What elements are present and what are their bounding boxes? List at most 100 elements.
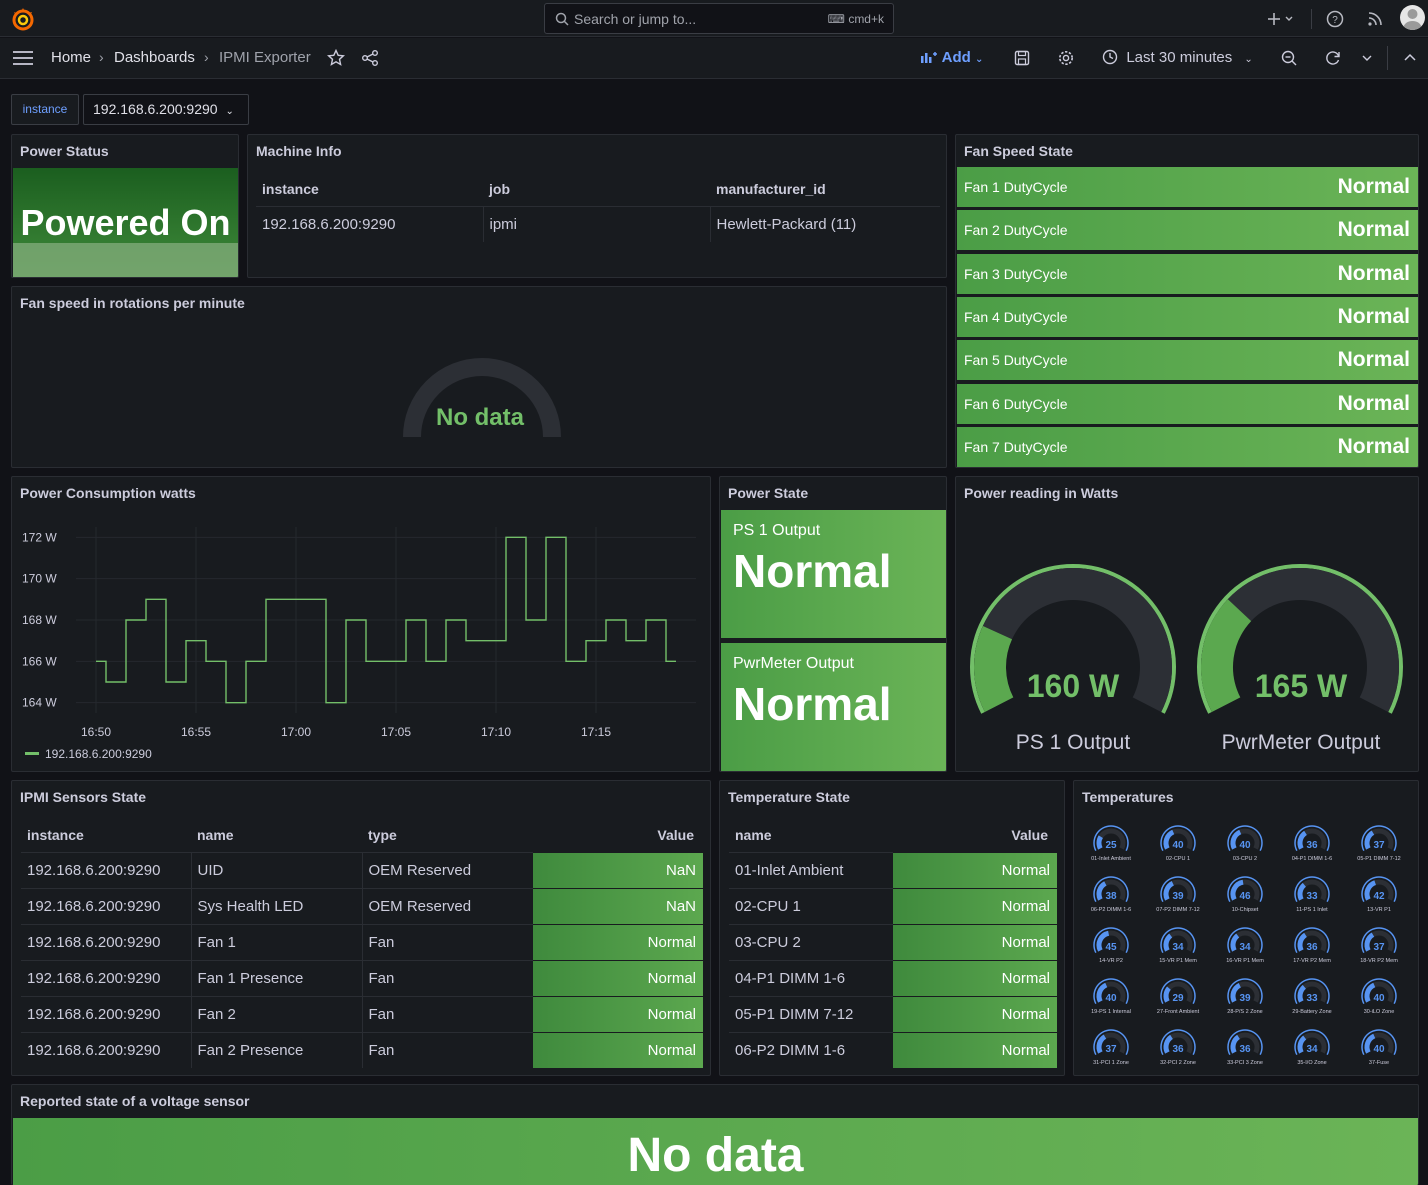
fan-state-value: Normal bbox=[1337, 262, 1410, 285]
table-row: 192.168.6.200:9290 Fan 1 Fan Normal bbox=[21, 923, 703, 960]
column-header[interactable]: Value bbox=[893, 818, 1057, 852]
temperature-gauge-value: 37 bbox=[1105, 1044, 1117, 1055]
power-state-value: Normal bbox=[733, 545, 892, 597]
panel-title: Reported state of a voltage sensor bbox=[20, 1093, 250, 1109]
menu-hamburger-icon[interactable] bbox=[13, 51, 33, 65]
fan-state-label: Fan 4 DutyCycle bbox=[964, 309, 1068, 325]
new-plus-icon[interactable] bbox=[1264, 9, 1296, 29]
temperature-gauge-value: 39 bbox=[1239, 993, 1251, 1004]
temperature-gauge: 38 06-P2 DIMM 1-6 bbox=[1091, 876, 1131, 913]
temperature-gauge-label: 01-Inlet Ambient bbox=[1091, 856, 1131, 862]
power-status-value: Powered On bbox=[20, 202, 231, 243]
search-input[interactable]: Search or jump to... ⌨ cmd+k bbox=[544, 3, 894, 34]
temperature-gauge-label: 17-VR P2 Mem bbox=[1293, 958, 1331, 964]
fan-state-label: Fan 1 DutyCycle bbox=[964, 179, 1068, 195]
settings-gear-icon[interactable] bbox=[1057, 49, 1075, 67]
news-rss-icon[interactable] bbox=[1365, 9, 1385, 29]
breadcrumb-home[interactable]: Home bbox=[51, 49, 91, 66]
temperature-gauge-fill bbox=[1163, 1034, 1174, 1054]
temperature-gauge: 45 14-VR P2 bbox=[1093, 927, 1129, 964]
column-header[interactable]: instance bbox=[21, 818, 191, 852]
x-tick-label: 16:55 bbox=[181, 725, 211, 739]
table-row: 192.168.6.200:9290 Fan 2 Fan Normal bbox=[21, 995, 703, 1032]
time-range-label: Last 30 minutes bbox=[1126, 49, 1233, 66]
cell-type: Fan bbox=[361, 959, 533, 996]
table-row: 192.168.6.200:9290 Fan 1 Presence Fan Norma… bbox=[21, 959, 703, 996]
cell-value: Normal bbox=[533, 1031, 703, 1068]
column-header[interactable]: Value bbox=[533, 818, 703, 852]
column-header[interactable]: job bbox=[483, 172, 710, 206]
temperature-gauge-fill bbox=[1230, 933, 1240, 952]
fan-state-label: Fan 3 DutyCycle bbox=[964, 266, 1068, 282]
temperature-gauge-value: 36 bbox=[1239, 1044, 1251, 1055]
ipmi-sensors-state-panel: IPMI Sensors State instance name type Va… bbox=[11, 780, 711, 1076]
power-state-stat: PwrMeter Output Normal bbox=[721, 643, 946, 771]
user-avatar[interactable] bbox=[1400, 5, 1425, 30]
breadcrumb-current-dashboard: IPMI Exporter bbox=[219, 49, 311, 66]
temperature-gauge: 37 31-PCI 1 Zone bbox=[1093, 1029, 1129, 1066]
save-dashboard-icon[interactable] bbox=[1013, 49, 1031, 67]
temperature-gauge-value: 40 bbox=[1373, 1044, 1385, 1055]
cell-instance: 192.168.6.200:9290 bbox=[21, 923, 191, 960]
temperature-gauge: 36 33-PCI 3 Zone bbox=[1227, 1029, 1263, 1066]
temperature-gauge-value: 40 bbox=[1239, 840, 1251, 851]
table-row: 06-P2 DIMM 1-6 Normal bbox=[729, 1031, 1057, 1068]
power-reading-gauges bbox=[970, 564, 1403, 714]
collapse-chevron-up-icon[interactable] bbox=[1401, 49, 1419, 67]
instance-variable-select[interactable]: 192.168.6.200:9290 ⌄ bbox=[83, 94, 249, 125]
fan-state-label: Fan 6 DutyCycle bbox=[964, 396, 1068, 412]
column-header[interactable]: instance bbox=[256, 172, 483, 206]
temperature-gauge-value: 33 bbox=[1306, 891, 1318, 902]
chevron-down-icon: ⌄ bbox=[225, 106, 234, 117]
column-header[interactable]: name bbox=[191, 818, 362, 852]
cell-value: Normal bbox=[893, 1031, 1057, 1068]
temperature-gauge: 29 27-Front Ambient bbox=[1157, 978, 1200, 1015]
panel-title: Temperature State bbox=[728, 789, 850, 805]
chart-legend[interactable]: 192.168.6.200:9290 bbox=[25, 747, 152, 761]
column-header[interactable]: name bbox=[729, 818, 893, 852]
temperature-gauge-label: 05-P1 DIMM 7-12 bbox=[1357, 856, 1400, 862]
add-panel-bars-icon bbox=[921, 52, 937, 63]
temperature-gauge-value: 37 bbox=[1373, 942, 1385, 953]
time-range-picker[interactable]: Last 30 minutes ⌄ bbox=[1102, 49, 1253, 66]
table-row: 04-P1 DIMM 1-6 Normal bbox=[729, 959, 1057, 996]
y-tick-label: 164 W bbox=[22, 696, 57, 710]
temperature-gauge-fill bbox=[1163, 933, 1173, 952]
cell-name: Fan 2 bbox=[190, 995, 362, 1032]
refresh-icon[interactable] bbox=[1324, 49, 1342, 67]
temperature-gauge-value: 45 bbox=[1105, 942, 1117, 953]
cell-name: UID bbox=[190, 851, 362, 888]
temperature-gauge-label: 33-PCI 3 Zone bbox=[1227, 1060, 1263, 1066]
x-tick-label: 17:10 bbox=[481, 725, 511, 739]
power-state-label: PS 1 Output bbox=[733, 522, 821, 539]
share-icon[interactable] bbox=[361, 49, 379, 67]
cell-name: Fan 1 bbox=[190, 923, 362, 960]
grafana-logo-icon[interactable] bbox=[10, 6, 36, 32]
temperature-gauge-label: 35-I/O Zone bbox=[1297, 1060, 1326, 1066]
temperature-gauge-fill bbox=[1096, 881, 1107, 901]
temperature-gauge-value: 34 bbox=[1172, 942, 1184, 953]
chevron-down-icon: ⌄ bbox=[1244, 54, 1253, 65]
column-header[interactable]: type bbox=[362, 818, 533, 852]
table-row: 192.168.6.200:9290 UID OEM Reserved NaN bbox=[21, 851, 703, 888]
power-consumption-chart[interactable]: 164 W 166 W 168 W 170 W 172 W 16:50 16:55 17:00… bbox=[12, 477, 711, 772]
cell-value: Normal bbox=[893, 887, 1057, 924]
x-tick-label: 17:15 bbox=[581, 725, 611, 739]
nav-divider bbox=[1387, 46, 1388, 70]
add-panel-button[interactable]: Add ⌄ bbox=[920, 49, 983, 66]
table-row: 192.168.6.200:9290 Fan 2 Presence Fan Norma… bbox=[21, 1031, 703, 1068]
gauge-value: 160 W bbox=[1026, 668, 1120, 704]
star-favorite-icon[interactable] bbox=[327, 49, 345, 67]
temperature-gauge-label: 30-iLO Zone bbox=[1364, 1009, 1395, 1015]
gauge-label: PS 1 Output bbox=[1015, 731, 1131, 754]
machine-info-table: instance job manufacturer_id 192.168.6.2… bbox=[256, 172, 940, 242]
cell-name: 06-P2 DIMM 1-6 bbox=[729, 1031, 893, 1068]
temperature-gauge-fill bbox=[1364, 932, 1375, 952]
temperature-gauge: 40 02-CPU 1 bbox=[1160, 825, 1196, 862]
column-header[interactable]: manufacturer_id bbox=[710, 172, 940, 206]
refresh-interval-chevron-icon[interactable] bbox=[1358, 49, 1376, 67]
zoom-out-icon[interactable] bbox=[1280, 49, 1298, 67]
cell-name: 03-CPU 2 bbox=[729, 923, 893, 960]
help-icon[interactable]: ? bbox=[1325, 9, 1345, 29]
breadcrumb-dashboards[interactable]: Dashboards bbox=[114, 49, 195, 66]
